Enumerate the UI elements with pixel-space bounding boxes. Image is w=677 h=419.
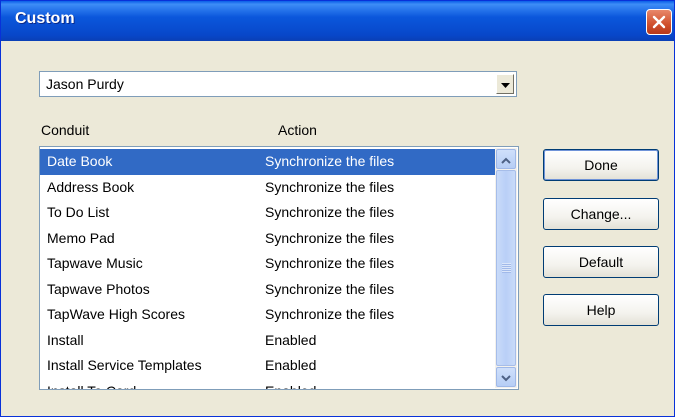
conduit-name: Install Service Templates xyxy=(47,357,202,373)
scroll-up-button[interactable] xyxy=(496,149,516,169)
conduit-action: Synchronize the files xyxy=(265,204,395,220)
scroll-thumb[interactable] xyxy=(496,170,516,366)
list-item[interactable]: Memo Pad Synchronize the files xyxy=(40,226,495,252)
conduit-action: Synchronize the files xyxy=(265,153,395,169)
scroll-down-button[interactable] xyxy=(496,367,516,387)
list-item[interactable]: Tapwave Music Synchronize the files xyxy=(40,251,495,277)
conduit-action: Synchronize the files xyxy=(265,178,395,195)
help-button[interactable]: Help xyxy=(543,294,659,326)
conduit-column-header: Conduit xyxy=(41,122,90,138)
conduit-action: Synchronize the files xyxy=(265,255,395,271)
conduit-action: Synchronize the files xyxy=(265,306,395,322)
conduit-name: Date Book xyxy=(47,153,113,169)
list-scrollbar[interactable] xyxy=(495,148,517,388)
conduit-action: Enabled xyxy=(265,331,317,348)
chevron-down-icon xyxy=(501,369,511,385)
window-title: Custom xyxy=(15,10,75,27)
list-item[interactable]: Tapwave Photos Synchronize the files xyxy=(40,277,495,303)
conduit-action: Enabled xyxy=(265,379,316,390)
list-item[interactable]: To Do List Synchronize the files xyxy=(40,200,495,226)
title-bar[interactable]: Custom xyxy=(1,1,674,41)
list-item[interactable]: TapWave High Scores Synchronize the files xyxy=(40,302,495,328)
conduit-name: Tapwave Photos xyxy=(47,280,150,297)
custom-dialog: Custom Jason Purdy Conduit Action Date B… xyxy=(0,0,675,417)
user-select-value: Jason Purdy xyxy=(46,76,124,92)
conduit-name: To Do List xyxy=(47,204,110,220)
list-item[interactable]: Address Book Synchronize the files xyxy=(40,175,495,201)
list-item[interactable]: Date Book Synchronize the files xyxy=(40,149,495,175)
change-button[interactable]: Change... xyxy=(543,198,659,230)
conduit-name: Tapwave Music xyxy=(47,255,143,271)
chevron-down-icon xyxy=(500,76,510,92)
conduit-action: Enabled xyxy=(265,357,317,373)
scroll-grip-icon xyxy=(502,263,511,273)
done-button[interactable]: Done xyxy=(543,149,659,181)
conduit-name: Memo Pad xyxy=(47,229,115,246)
list-item[interactable]: Install Service Templates Enabled xyxy=(40,353,495,379)
user-select[interactable]: Jason Purdy xyxy=(39,71,517,97)
conduit-action: Synchronize the files xyxy=(265,280,395,297)
conduit-rows: Date Book Synchronize the files Address Bo… xyxy=(40,149,495,390)
conduit-name: Address Book xyxy=(47,178,135,195)
conduit-name: TapWave High Scores xyxy=(47,306,185,322)
list-item[interactable]: Install Enabled xyxy=(40,328,495,354)
chevron-up-icon xyxy=(501,151,511,167)
conduit-name: Install To Card xyxy=(47,379,136,390)
list-item[interactable]: Install To Card Enabled xyxy=(40,379,495,390)
action-column-header: Action xyxy=(278,122,317,138)
conduit-name: Install xyxy=(47,331,84,348)
close-button[interactable] xyxy=(646,9,672,35)
default-button[interactable]: Default xyxy=(543,246,659,278)
conduit-list[interactable]: Date Book Synchronize the files Address Bo… xyxy=(39,146,519,390)
close-icon xyxy=(652,15,666,29)
user-select-dropdown-button[interactable] xyxy=(496,74,514,94)
conduit-action: Synchronize the files xyxy=(265,229,395,246)
